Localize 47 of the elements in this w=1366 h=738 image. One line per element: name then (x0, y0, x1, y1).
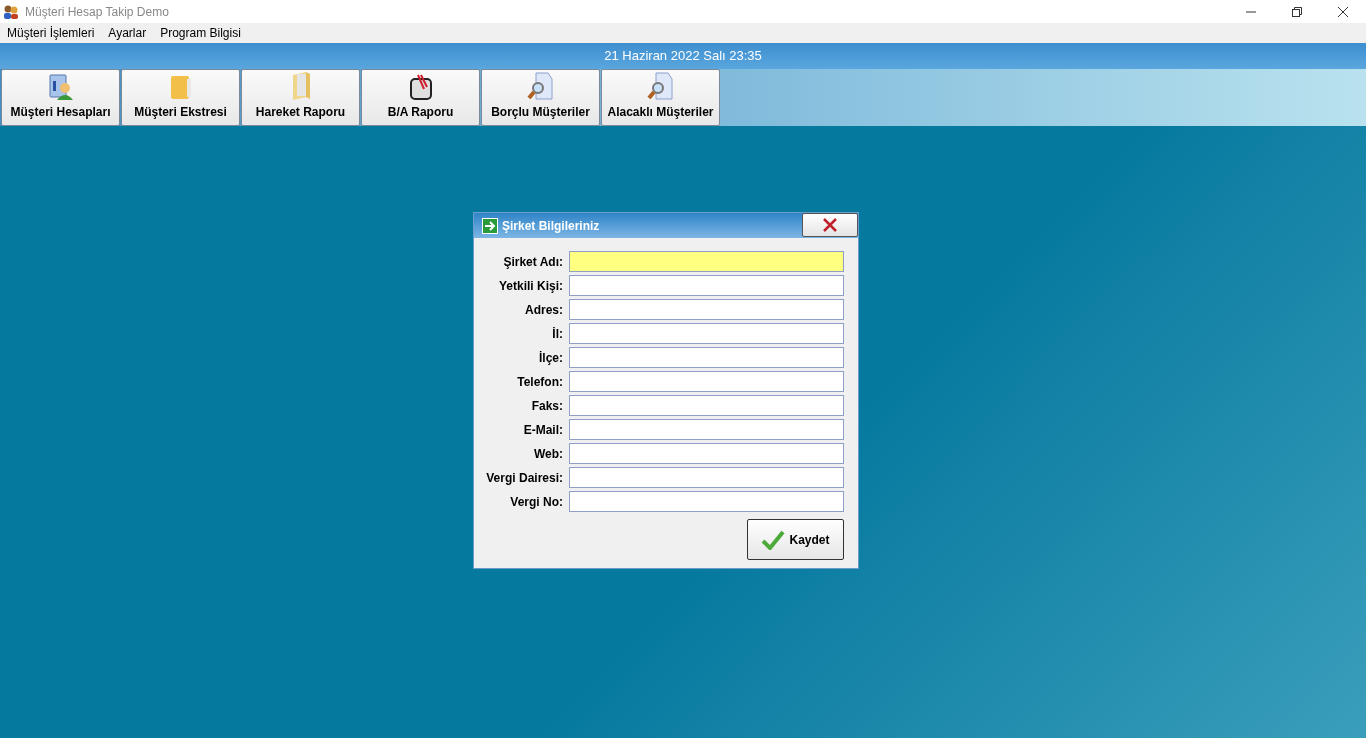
input-field[interactable] (569, 491, 844, 512)
toolbar-button[interactable]: Hareket Raporu (241, 69, 360, 126)
input-field[interactable] (569, 419, 844, 440)
field-label: Telefon: (516, 373, 563, 391)
toolbar-button[interactable]: Müşteri Ekstresi (121, 69, 240, 126)
paperclip-note-icon (407, 73, 434, 101)
dialog-title: Şirket Bilgileriniz (502, 217, 600, 235)
app-people-icon (3, 3, 19, 20)
document-magnifier-icon (525, 71, 556, 101)
field-label: Şirket Adı: (502, 253, 563, 271)
contact-card-icon (47, 73, 74, 101)
field-label: Adres: (524, 301, 563, 319)
menu-item[interactable]: Program Bilgisi (160, 24, 241, 42)
field-label: Vergi No: (509, 493, 563, 511)
input-field[interactable] (569, 299, 844, 320)
field-label: İlçe: (538, 349, 563, 367)
field-label: Web: (532, 445, 563, 463)
save-button[interactable]: Kaydet (747, 519, 844, 560)
restore-icon (1292, 6, 1302, 17)
field-label: Vergi Dairesi: (485, 469, 563, 487)
minimize-icon (1246, 10, 1256, 13)
input-field[interactable] (569, 323, 844, 344)
document-magnifier-icon (645, 71, 676, 101)
input-field[interactable] (569, 395, 844, 416)
checkmark-icon (761, 529, 786, 550)
input-field[interactable] (569, 347, 844, 368)
toolbar-button[interactable]: Borçlu Müşteriler (481, 69, 600, 126)
field-label: Yetkili Kişi: (497, 277, 563, 295)
toolbar-button[interactable]: Alacaklı Müşteriler (601, 69, 720, 126)
input-field[interactable] (569, 371, 844, 392)
close-icon (1338, 6, 1348, 17)
menu-item[interactable]: Ayarlar (108, 24, 147, 42)
arrow-right-icon (482, 217, 498, 234)
input-field[interactable] (569, 275, 844, 296)
field-label: E-Mail: (522, 421, 563, 439)
close-icon (823, 218, 837, 232)
input-field[interactable] (569, 251, 844, 272)
field-label: Faks: (530, 397, 563, 415)
dialog-close-button[interactable] (802, 213, 858, 237)
input-field[interactable] (569, 467, 844, 488)
input-field[interactable] (569, 443, 844, 464)
field-label: İl: (551, 325, 563, 343)
toolbar-button[interactable]: B/A Raporu (361, 69, 480, 126)
menu-item[interactable]: Müşteri İşlemleri (7, 24, 95, 42)
toolbar-button[interactable]: Müşteri Hesapları (1, 69, 120, 126)
date-time-text: 21 Haziran 2022 Salı 23:35 (604, 47, 762, 66)
window-title: Müşteri Hesap Takip Demo (25, 3, 169, 21)
